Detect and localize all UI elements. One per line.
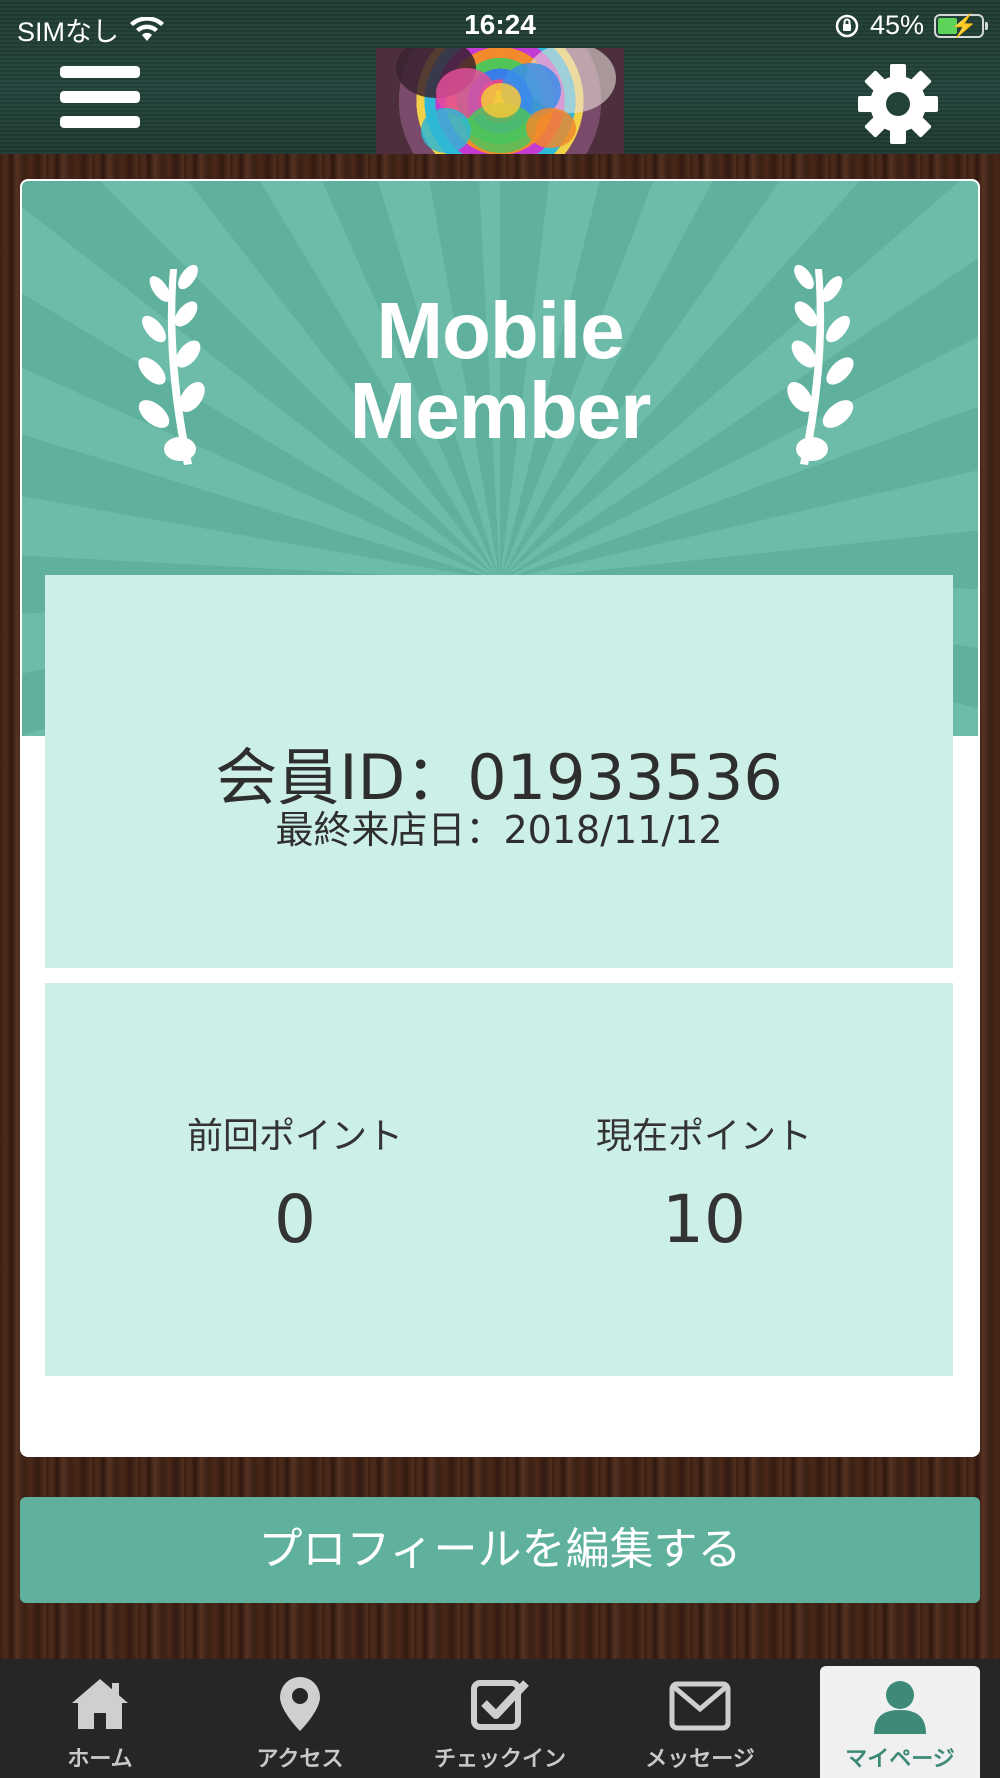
tab-access-label: アクセス <box>256 1747 344 1772</box>
tab-message-label: メッセージ <box>645 1747 755 1772</box>
tab-access[interactable]: アクセス <box>200 1659 400 1778</box>
bottom-tab-bar: ホーム アクセス チェックイン メッセージ マイページ <box>0 1659 1000 1778</box>
rainbow-rose-logo[interactable] <box>376 48 624 154</box>
status-right: 45% ⚡ <box>834 10 988 41</box>
user-icon <box>874 1681 926 1734</box>
status-bar: SIMなし 16:24 45% ⚡ <box>0 0 1000 50</box>
battery-icon: ⚡ <box>934 12 988 38</box>
tab-checkin[interactable]: チェックイン <box>400 1659 600 1778</box>
member-id-panel: 会員ID：01933536 最終来店日：2018/11/12 <box>45 575 953 968</box>
orientation-lock-icon <box>835 14 859 37</box>
laurel-right-icon <box>787 264 854 465</box>
tab-home-label: ホーム <box>67 1747 133 1772</box>
tab-mypage-label: マイページ <box>845 1747 955 1772</box>
points-panel: 前回ポイント 0 現在ポイント 10 <box>45 983 953 1376</box>
last-visit-date: 最終来店日：2018/11/12 <box>275 808 723 852</box>
charging-bolt-icon: ⚡ <box>950 12 978 38</box>
settings-button[interactable] <box>856 62 940 146</box>
top-bar: SIMなし 16:24 45% ⚡ <box>0 0 1000 154</box>
member-card: Mobile Member 会員ID：01933536 最終来店日：2018/1… <box>20 179 980 1457</box>
previous-points-label: 前回ポイント <box>186 1116 403 1157</box>
menu-icon-bar <box>60 116 140 128</box>
edit-profile-button[interactable]: プロフィールを編集する <box>20 1497 980 1603</box>
current-points-label: 現在ポイント <box>595 1116 812 1157</box>
home-icon <box>72 1679 128 1729</box>
menu-button[interactable] <box>60 66 142 136</box>
menu-icon-bar <box>60 91 140 103</box>
gear-icon <box>858 64 938 144</box>
previous-points-value: 0 <box>274 1181 316 1258</box>
map-pin-icon <box>280 1677 320 1731</box>
tab-home[interactable]: ホーム <box>0 1659 200 1778</box>
checkbox-icon <box>471 1680 529 1730</box>
tab-checkin-label: チェックイン <box>433 1747 566 1772</box>
tab-message[interactable]: メッセージ <box>600 1659 800 1778</box>
envelope-icon <box>669 1681 731 1731</box>
current-points-value: 10 <box>662 1181 746 1258</box>
battery-percent: 45% <box>869 10 924 40</box>
menu-icon-bar <box>60 66 140 78</box>
current-points: 現在ポイント 10 <box>534 1107 874 1258</box>
tab-mypage[interactable]: マイページ <box>820 1666 980 1778</box>
previous-points: 前回ポイント 0 <box>125 1107 465 1258</box>
